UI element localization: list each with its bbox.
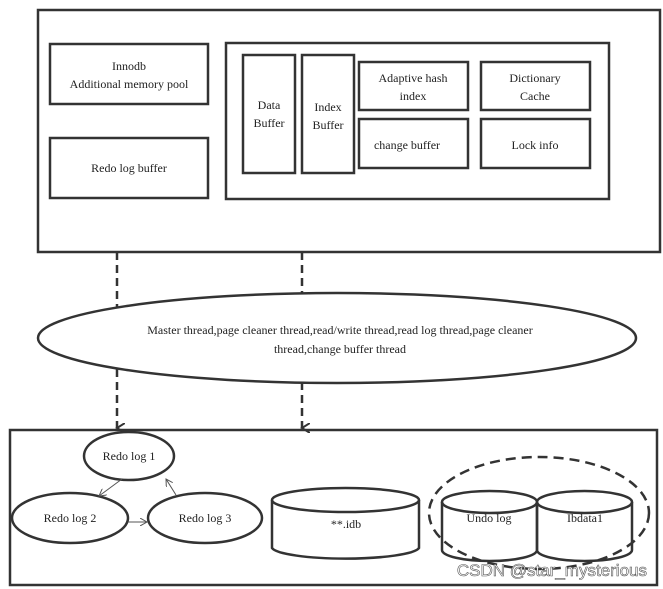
watermark: CSDN @star_mysterious bbox=[457, 561, 647, 580]
dictionary-cache-label-2: Cache bbox=[520, 89, 550, 103]
redo-log-2-label: Redo log 2 bbox=[44, 511, 97, 525]
idb-label: **.idb bbox=[331, 517, 361, 531]
memory-area bbox=[36, 8, 662, 254]
index-buffer-label-1: Index bbox=[314, 100, 341, 114]
change-buffer-label: change buffer bbox=[374, 138, 440, 152]
threads-label-1: Master thread,page cleaner thread,read/w… bbox=[147, 323, 532, 337]
arrow-redo1-to-redo2 bbox=[99, 478, 123, 496]
data-buffer-label-2: Buffer bbox=[253, 116, 284, 130]
adaptive-hash-label-2: index bbox=[400, 89, 427, 103]
data-buffer-box bbox=[241, 53, 297, 175]
index-buffer-box bbox=[300, 53, 356, 175]
data-buffer-label-1: Data bbox=[258, 98, 281, 112]
index-buffer-label-2: Buffer bbox=[312, 118, 343, 132]
arrow-redo3-to-redo1 bbox=[166, 479, 177, 496]
undo-log-cylinder bbox=[440, 489, 539, 563]
redo-log-1-label: Redo log 1 bbox=[103, 449, 156, 463]
lock-info-label: Lock info bbox=[512, 138, 559, 152]
pool-label-1: Innodb bbox=[112, 59, 146, 73]
pool-label-2: Additional memory pool bbox=[70, 77, 189, 91]
redo-log-3-label: Redo log 3 bbox=[179, 511, 232, 525]
threads-label-2: thread,change buffer thread bbox=[274, 342, 406, 356]
redo-log-buffer-label: Redo log buffer bbox=[91, 161, 167, 175]
ibdata-cylinder bbox=[535, 489, 634, 563]
dictionary-cache-label-1: Dictionary bbox=[509, 71, 560, 85]
undo-log-label: Undo log bbox=[467, 511, 512, 525]
ibdata-label: Ibdata1 bbox=[567, 511, 603, 525]
adaptive-hash-label-1: Adaptive hash bbox=[379, 71, 448, 85]
additional-memory-pool-box bbox=[48, 42, 210, 106]
innodb-architecture-diagram: Innodb Additional memory pool Redo log b… bbox=[8, 8, 662, 587]
threads-ellipse bbox=[36, 291, 638, 385]
